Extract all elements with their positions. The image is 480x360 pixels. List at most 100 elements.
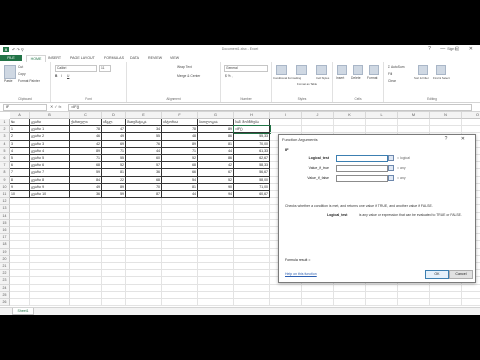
row-header[interactable]: 10: [0, 183, 10, 191]
table-cell[interactable]: 62,67: [234, 155, 270, 163]
table-cell[interactable]: 90: [198, 183, 234, 191]
grid-cell[interactable]: [198, 270, 234, 278]
table-cell[interactable]: 49: [70, 183, 102, 191]
grid-cell[interactable]: [162, 277, 198, 285]
grid-cell[interactable]: [30, 263, 70, 271]
table-cell[interactable]: 89: [102, 183, 126, 191]
grid-cell[interactable]: [198, 205, 234, 213]
table-cell[interactable]: 66: [162, 169, 198, 177]
format-button[interactable]: Format: [367, 76, 377, 80]
grid-cell[interactable]: [126, 241, 162, 249]
grid-cell[interactable]: [10, 299, 30, 307]
insert-cells-icon[interactable]: [337, 65, 347, 75]
table-cell[interactable]: 6: [10, 162, 30, 170]
grid-cell[interactable]: [102, 212, 126, 220]
grid-cell[interactable]: [70, 234, 102, 242]
cell-styles-button[interactable]: Cell Styles: [316, 76, 329, 80]
value-if-true-input[interactable]: [336, 165, 388, 172]
table-cell[interactable]: 84: [70, 176, 102, 184]
table-cell[interactable]: 81: [102, 169, 126, 177]
number-symbols[interactable]: $ % ,: [225, 74, 233, 78]
grid-cell[interactable]: [126, 291, 162, 299]
grid-cell[interactable]: [10, 198, 30, 206]
cut-button[interactable]: Cut: [18, 65, 23, 69]
grid-cell[interactable]: [10, 277, 30, 285]
format-painter-button[interactable]: Format Painter: [18, 79, 40, 83]
table-cell[interactable]: 58,33: [234, 162, 270, 170]
grid-cell[interactable]: [102, 205, 126, 213]
grid-cell[interactable]: [162, 234, 198, 242]
grid-cell[interactable]: [234, 263, 270, 271]
row-header[interactable]: 26: [0, 299, 10, 307]
tab-review[interactable]: REVIEW: [148, 55, 162, 61]
grid-cell[interactable]: [234, 219, 270, 227]
grid-cell[interactable]: [198, 227, 234, 235]
grid-cell[interactable]: [234, 198, 270, 206]
ok-button[interactable]: OK: [425, 270, 449, 279]
tab-home[interactable]: HOME: [26, 55, 46, 62]
grid-cell[interactable]: [10, 205, 30, 213]
row-header[interactable]: 21: [0, 263, 10, 271]
table-cell[interactable]: 89: [198, 126, 234, 134]
grid-cell[interactable]: [70, 241, 102, 249]
cancel-button[interactable]: Cancel: [449, 270, 473, 279]
table-cell[interactable]: 57: [126, 162, 162, 170]
grid-cell[interactable]: [126, 219, 162, 227]
grid-cell[interactable]: [366, 299, 398, 307]
table-cell[interactable]: 60,67: [234, 191, 270, 199]
table-cell[interactable]: 2: [10, 133, 30, 141]
grid-cell[interactable]: [366, 126, 398, 134]
grid-cell[interactable]: [102, 241, 126, 249]
table-cell[interactable]: 55,33: [234, 133, 270, 141]
sort-filter-icon[interactable]: [418, 65, 428, 75]
grid-cell[interactable]: [126, 212, 162, 220]
grid-cell[interactable]: [70, 255, 102, 263]
tab-page-layout[interactable]: PAGE LAYOUT: [70, 55, 95, 61]
grid-cell[interactable]: [334, 126, 366, 134]
table-cell[interactable]: 69: [102, 140, 126, 148]
grid-cell[interactable]: [102, 248, 126, 256]
grid-cell[interactable]: [334, 119, 366, 127]
grid-cell[interactable]: [30, 270, 70, 278]
grid-cell[interactable]: [430, 284, 462, 292]
row-header[interactable]: 15: [0, 219, 10, 227]
table-cell[interactable]: გვარი 9: [30, 183, 70, 191]
table-cell[interactable]: 44: [198, 147, 234, 155]
table-cell[interactable]: 59: [102, 191, 126, 199]
dialog-controls[interactable]: ? ✕: [445, 136, 471, 142]
table-cell[interactable]: 54: [162, 176, 198, 184]
table-cell[interactable]: გვარი 3: [30, 140, 70, 148]
grid-cell[interactable]: [30, 277, 70, 285]
grid-cell[interactable]: [234, 248, 270, 256]
table-cell[interactable]: 71: [102, 147, 126, 155]
table-cell[interactable]: 58,00: [234, 176, 270, 184]
column-header[interactable]: J: [302, 112, 334, 119]
grid-cell[interactable]: [162, 248, 198, 256]
row-header[interactable]: 13: [0, 205, 10, 213]
grid-cell[interactable]: [162, 284, 198, 292]
grid-cell[interactable]: [70, 205, 102, 213]
table-cell[interactable]: 10: [10, 191, 30, 199]
grid-cell[interactable]: [198, 263, 234, 271]
grid-cell[interactable]: [102, 255, 126, 263]
grid-cell[interactable]: [10, 227, 30, 235]
grid-cell[interactable]: [126, 248, 162, 256]
grid-cell[interactable]: [162, 205, 198, 213]
table-cell[interactable]: გვარი 2: [30, 133, 70, 141]
sheet-tab[interactable]: Sheet1: [12, 308, 34, 315]
row-header[interactable]: 7: [0, 162, 10, 170]
table-cell[interactable]: 44: [126, 147, 162, 155]
row-header[interactable]: 6: [0, 155, 10, 163]
table-header-cell[interactable]: №: [10, 119, 30, 127]
table-cell[interactable]: 87: [126, 191, 162, 199]
grid-cell[interactable]: [198, 284, 234, 292]
grid-cell[interactable]: [10, 219, 30, 227]
grid-cell[interactable]: [30, 299, 70, 307]
grid-cell[interactable]: [398, 126, 430, 134]
table-cell[interactable]: 67: [198, 169, 234, 177]
row-header[interactable]: 9: [0, 176, 10, 184]
table-cell[interactable]: გვარი 8: [30, 176, 70, 184]
grid-cell[interactable]: [102, 270, 126, 278]
table-cell[interactable]: 22: [102, 176, 126, 184]
column-header[interactable]: N: [430, 112, 462, 119]
